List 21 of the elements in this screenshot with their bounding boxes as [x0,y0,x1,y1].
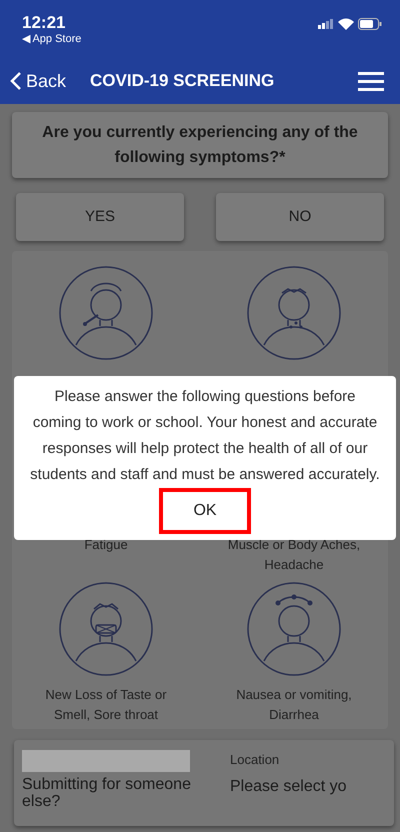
signal-icon [318,19,334,29]
symptom-label: New Loss of Taste or Smell, Sore throat [44,686,168,724]
symptom-label: Muscle or Body Aches, Headache [226,536,362,574]
back-button[interactable]: Back [10,68,66,94]
ok-button[interactable]: OK [159,488,251,534]
menu-icon[interactable] [358,71,384,91]
screen-title: COVID-19 SCREENING [90,70,276,92]
answer-button[interactable]: YES [16,193,184,241]
submitting-label: Submitting for someone else? [22,776,192,810]
answer-button[interactable]: NO [216,193,384,241]
back-to-app-link[interactable]: ◀ App Store [22,31,82,48]
symptom-label: Fatigue [83,536,129,554]
location-label: Location [230,751,280,769]
battery-icon [358,18,382,30]
back-chevron-icon [10,71,22,91]
status-time: 12:21 [22,14,66,31]
dialog-message: Please answer the following questions before coming to work or school. Your honest and accurate responses will help protect the health of all of our students and staff and must be answered accurately. [30,387,380,485]
symptom-label: Nausea or vomiting, Diarrhea [235,686,353,724]
wifi-icon [338,18,354,30]
location-select[interactable]: Please select yo [230,778,386,794]
question-text: Are you currently experiencing any of the following symptoms?* [12,112,388,178]
